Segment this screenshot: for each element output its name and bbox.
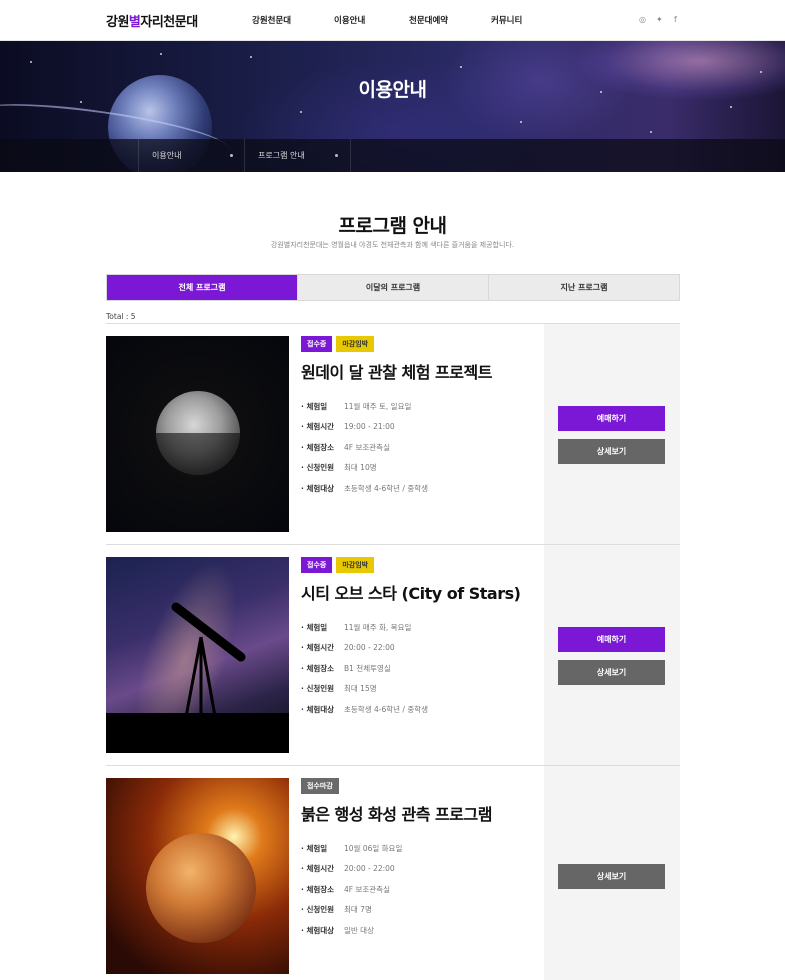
instagram-icon[interactable]: ◎	[639, 15, 646, 24]
program-title[interactable]: 원데이 달 관찰 체험 프로젝트	[301, 359, 541, 383]
site-logo[interactable]: 강원별자리천문대	[106, 11, 198, 30]
detail-label: 신청인원	[301, 462, 344, 473]
program-actions: 예매하기 상세보기	[544, 545, 680, 765]
reserve-button[interactable]: 예매하기	[558, 406, 665, 431]
detail-label: 체험시간	[301, 421, 344, 432]
detail-value: 최대 10명	[344, 463, 377, 473]
detail-label: 체험시간	[301, 642, 344, 653]
program-card: 접수중 마감임박 시티 오브 스타 (City of Stars) 체험일11월…	[106, 545, 680, 766]
detail-label: 신청인원	[301, 904, 344, 915]
nav-item-reservation[interactable]: 천문대예약	[409, 14, 448, 26]
program-actions: 상세보기	[544, 766, 680, 980]
detail-label: 체험일	[301, 401, 344, 412]
detail-value: 4F 보조관측실	[344, 884, 390, 894]
status-badge: 마감임박	[336, 557, 375, 573]
detail-value: 11월 매주 토, 일요일	[344, 401, 412, 411]
program-title[interactable]: 시티 오브 스타 (City of Stars)	[301, 580, 541, 604]
program-tabs: 전체 프로그램 이달의 프로그램 지난 프로그램	[106, 274, 680, 301]
detail-label: 체험일	[301, 843, 344, 854]
detail-label: 체험대상	[301, 483, 344, 494]
program-info: 접수중 마감임박 시티 오브 스타 (City of Stars) 체험일11월…	[301, 557, 541, 720]
detail-value: 초등학생 4-6학년 / 중학생	[344, 704, 429, 714]
detail-button[interactable]: 상세보기	[558, 660, 665, 685]
status-badge: 접수중	[301, 336, 333, 352]
status-badge: 마감임박	[336, 336, 375, 352]
tab-all-programs[interactable]: 전체 프로그램	[107, 275, 297, 300]
detail-label: 체험장소	[301, 663, 344, 674]
detail-label: 체험대상	[301, 925, 344, 936]
detail-label: 신청인원	[301, 683, 344, 694]
telescope-image	[106, 557, 289, 753]
detail-label: 체험일	[301, 622, 344, 633]
program-card: 접수중 마감임박 원데이 달 관찰 체험 프로젝트 체험일11월 매주 토, 일…	[106, 324, 680, 545]
tab-past-programs[interactable]: 지난 프로그램	[488, 275, 679, 300]
nav-item-observatory[interactable]: 강원천문대	[252, 14, 291, 26]
hero-banner: 이용안내 이용안내 프로그램 안내	[0, 41, 785, 172]
detail-label: 체험장소	[301, 442, 344, 453]
chevron-down-icon[interactable]	[230, 154, 233, 157]
detail-value: 19:00 - 21:00	[344, 422, 395, 432]
detail-value: 일반 대상	[344, 925, 374, 935]
detail-value: 11월 매주 화, 목요일	[344, 622, 412, 632]
tab-this-month[interactable]: 이달의 프로그램	[297, 275, 488, 300]
section-title: 프로그램 안내	[338, 215, 448, 237]
program-title[interactable]: 붉은 행성 화성 관측 프로그램	[301, 801, 541, 825]
reserve-button[interactable]: 예매하기	[558, 627, 665, 652]
program-card: 접수마감 붉은 행성 화성 관측 프로그램 체험일10월 06일 화요일 체험시…	[106, 766, 680, 980]
nav-item-guide[interactable]: 이용안내	[334, 14, 365, 26]
detail-value: 최대 15명	[344, 684, 377, 694]
section-subtitle: 강원별자리천문대는 영월읍내 야경도 천체관측과 함께 색다른 즐거움을 제공합…	[270, 241, 515, 249]
detail-value: 4F 보조관측실	[344, 442, 390, 452]
detail-value: B1 천체투영실	[344, 663, 391, 673]
breadcrumb-item-program[interactable]: 프로그램 안내	[258, 150, 305, 161]
detail-button[interactable]: 상세보기	[558, 864, 665, 889]
chevron-down-icon[interactable]	[335, 154, 338, 157]
detail-label: 체험시간	[301, 863, 344, 874]
detail-value: 최대 7명	[344, 905, 372, 915]
mars-image	[106, 778, 289, 974]
detail-value: 10월 06일 화요일	[344, 843, 403, 853]
detail-button[interactable]: 상세보기	[558, 439, 665, 464]
nav-item-community[interactable]: 커뮤니티	[491, 14, 522, 26]
detail-label: 체험대상	[301, 704, 344, 715]
status-badge: 접수마감	[301, 778, 339, 794]
total-count: Total : 5	[106, 312, 136, 321]
detail-label: 체험장소	[301, 884, 344, 895]
moon-image	[106, 336, 289, 532]
detail-value: 20:00 - 22:00	[344, 643, 395, 653]
facebook-icon[interactable]: f	[674, 15, 677, 24]
detail-value: 초등학생 4-6학년 / 중학생	[344, 483, 429, 493]
program-info: 접수중 마감임박 원데이 달 관찰 체험 프로젝트 체험일11월 매주 토, 일…	[301, 336, 541, 499]
breadcrumb-item-guide[interactable]: 이용안내	[152, 150, 181, 161]
detail-value: 20:00 - 22:00	[344, 864, 395, 874]
page-title: 이용안내	[358, 79, 427, 101]
program-info: 접수마감 붉은 행성 화성 관측 프로그램 체험일10월 06일 화요일 체험시…	[301, 778, 541, 941]
site-header: 강원별자리천문대 강원천문대 이용안내 천문대예약 커뮤니티 ◎ ✦ f	[0, 0, 785, 41]
breadcrumb: 이용안내 프로그램 안내	[0, 139, 785, 172]
status-badge: 접수중	[301, 557, 333, 573]
program-actions: 예매하기 상세보기	[544, 324, 680, 544]
twitter-icon[interactable]: ✦	[656, 15, 663, 24]
